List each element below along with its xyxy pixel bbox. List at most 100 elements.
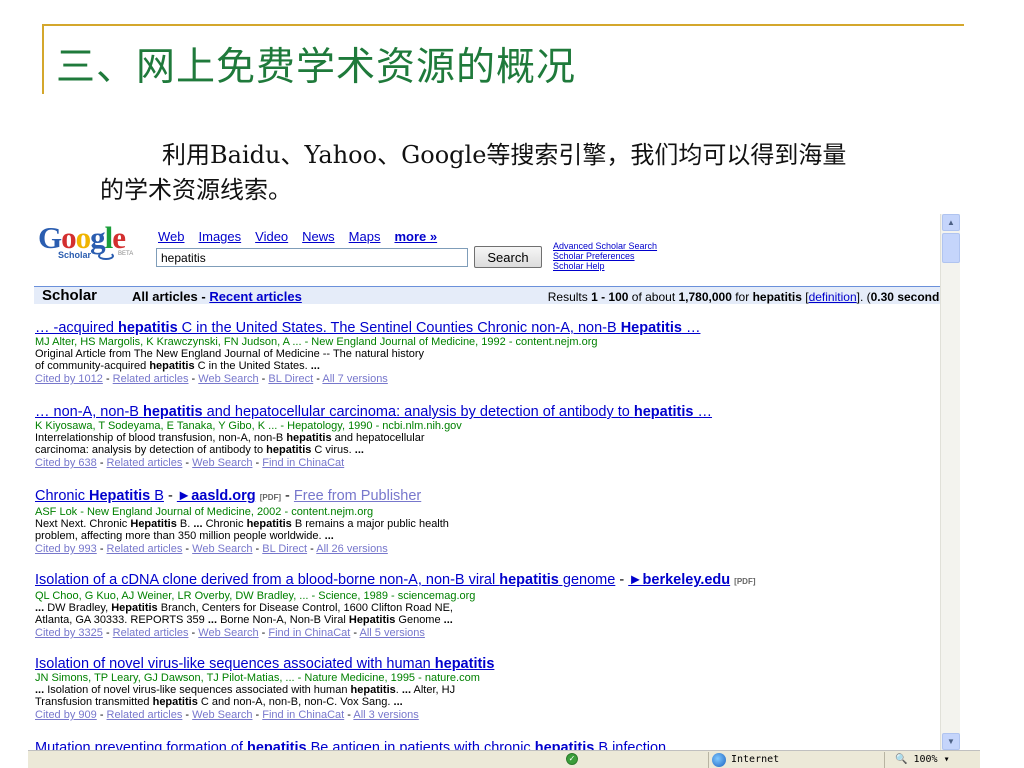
google-scholar-logo[interactable]: Google Scholar BETA (38, 222, 158, 262)
recent-articles-link[interactable]: Recent articles (209, 289, 302, 304)
nav-maps[interactable]: Maps (349, 229, 381, 244)
text-fragment: Genome (395, 614, 444, 626)
definition-link[interactable]: definition (809, 290, 857, 304)
top-nav: Web Images Video News Maps more » (158, 229, 437, 244)
result-title-link[interactable]: … non-A, non-B hepatitis and hepatocellu… (35, 404, 712, 420)
nav-web[interactable]: Web (158, 229, 185, 244)
search-input[interactable] (156, 248, 468, 267)
logo-letter: g (90, 220, 105, 255)
text-fragment: Alter, HJ (411, 684, 456, 696)
result-snippet: Original Article from The New England Jo… (35, 348, 955, 360)
text-fragment: Isolation of novel virus-like sequences … (35, 656, 435, 672)
nav-video[interactable]: Video (255, 229, 288, 244)
text-fragment: Mutation preventing formation of (35, 740, 247, 750)
results-bar-articles: All articles - Recent articles (132, 289, 302, 305)
title-dash: - (615, 572, 629, 588)
result-links: Cited by 909 - Related articles - Web Se… (35, 709, 419, 721)
text-fragment: and hepatocellular carcinoma: analysis b… (202, 404, 634, 420)
keyword-highlight: hepatitis (246, 518, 292, 530)
scroll-thumb[interactable] (942, 233, 960, 263)
source-link[interactable]: ►berkeley.edu (628, 572, 730, 588)
scholar-help-link[interactable]: Scholar Help (553, 261, 657, 271)
result-action-link[interactable]: All 5 versions (360, 627, 425, 639)
result-action-link[interactable]: Web Search (192, 709, 252, 721)
keyword-highlight: hepatitis (149, 360, 195, 372)
result-action-link[interactable]: BL Direct (268, 373, 313, 385)
scroll-down-icon[interactable]: ▼ (942, 733, 960, 750)
rc-query: hepatitis (752, 290, 802, 304)
keyword-highlight: Hepatitis (620, 320, 682, 336)
results-list: … -acquired hepatitis C in the United St… (35, 320, 955, 750)
scroll-up-icon[interactable]: ▲ (942, 214, 960, 231)
vertical-scrollbar[interactable]: ▲ ▼ (940, 214, 960, 750)
result-action-link[interactable]: Cited by 909 (35, 709, 97, 721)
source-link[interactable]: ►aasld.org (177, 488, 256, 504)
zone-label: Internet (731, 754, 780, 765)
browser-window: Google Scholar BETA Web Images Video New… (28, 214, 980, 768)
result-item: Isolation of a cDNA clone derived from a… (35, 572, 955, 656)
keyword-highlight: hepatitis (266, 444, 312, 456)
result-action-link[interactable]: All 7 versions (322, 373, 387, 385)
result-action-link[interactable]: Related articles (107, 543, 183, 555)
result-action-link[interactable]: Cited by 993 (35, 543, 97, 555)
result-snippet: ... DW Bradley, Hepatitis Branch, Center… (35, 602, 955, 614)
text-fragment: and hepatocellular (331, 432, 425, 444)
scholar-page: Google Scholar BETA Web Images Video New… (28, 214, 960, 750)
text-fragment: Isolation of novel virus-like sequences … (44, 684, 351, 696)
result-authors: QL Choo, G Kuo, AJ Weiner, LR Overby, DW… (35, 590, 476, 602)
result-action-link[interactable]: Related articles (107, 457, 183, 469)
result-action-link[interactable]: Web Search (198, 373, 258, 385)
text-fragment: Be antigen in patients with chronic (306, 740, 535, 750)
result-action-link[interactable]: Cited by 1012 (35, 373, 103, 385)
result-item: Chronic Hepatitis B - ►aasld.org [PDF] -… (35, 488, 955, 572)
advanced-scholar-search-link[interactable]: Advanced Scholar Search (553, 241, 657, 251)
result-action-link[interactable]: All 26 versions (316, 543, 388, 555)
keyword-highlight: Hepatitis (348, 614, 396, 626)
slide-body: 利用Baidu、Yahoo、Google等搜索引擎，我们均可以得到海量 的学术资… (100, 138, 960, 208)
keyword-highlight: hepatitis (350, 684, 396, 696)
zoom-icon: 🔍 (895, 754, 908, 765)
result-action-link[interactable]: Web Search (198, 627, 258, 639)
keyword-highlight: ... (443, 614, 453, 626)
result-action-link[interactable]: Related articles (113, 373, 189, 385)
result-title-link[interactable]: Chronic Hepatitis B (35, 488, 164, 504)
result-title-link[interactable]: … -acquired hepatitis C in the United St… (35, 320, 700, 336)
scholar-preferences-link[interactable]: Scholar Preferences (553, 251, 657, 261)
result-action-link[interactable]: Related articles (107, 709, 183, 721)
status-bar: ✓ Internet 🔍 100% ▾ (28, 750, 980, 768)
search-button[interactable]: Search (474, 246, 542, 268)
keyword-highlight: Hepatitis (130, 518, 177, 530)
keyword-highlight: hepatitis (434, 656, 495, 672)
keyword-highlight: hepatitis (499, 572, 559, 588)
rc-time: 0.30 seconds (870, 290, 946, 304)
free-from-publisher-link[interactable]: Free from Publisher (294, 488, 421, 504)
result-action-link[interactable]: Find in ChinaCat (262, 457, 344, 469)
result-action-link[interactable]: Find in ChinaCat (268, 627, 350, 639)
zoom-control[interactable]: 🔍 100% ▾ (884, 752, 974, 768)
keyword-highlight: hepatitis (246, 740, 307, 750)
result-title-link[interactable]: Isolation of a cDNA clone derived from a… (35, 572, 615, 588)
result-action-link[interactable]: Find in ChinaCat (262, 709, 344, 721)
result-action-link[interactable]: All 3 versions (353, 709, 418, 721)
nav-images[interactable]: Images (199, 229, 242, 244)
text-fragment: Next Next. Chronic (35, 518, 131, 530)
result-action-link[interactable]: BL Direct (262, 543, 307, 555)
result-title-link[interactable]: Mutation preventing formation of hepatit… (35, 740, 685, 750)
text-fragment: C in the United States. The Sentinel Cou… (177, 320, 621, 336)
result-title-link[interactable]: Isolation of novel virus-like sequences … (35, 656, 494, 672)
all-articles-label: All articles - (132, 289, 210, 304)
text-fragment: Branch, Centers for Disease Control, 160… (157, 602, 453, 614)
slide-body-line1: 利用Baidu、Yahoo、Google等搜索引擎，我们均可以得到海量 (162, 141, 847, 169)
result-action-link[interactable]: Cited by 638 (35, 457, 97, 469)
results-bar: Scholar All articles - Recent articles R… (34, 286, 952, 304)
result-action-link[interactable]: Cited by 3325 (35, 627, 103, 639)
result-action-link[interactable]: Web Search (192, 457, 252, 469)
result-authors: K Kiyosawa, T Sodeyama, E Tanaka, Y Gibo… (35, 420, 462, 432)
result-action-link[interactable]: Web Search (192, 543, 252, 555)
nav-news[interactable]: News (302, 229, 335, 244)
result-action-link[interactable]: Related articles (113, 627, 189, 639)
text-fragment: Transfusion transmitted (35, 696, 153, 708)
nav-more[interactable]: more » (394, 229, 437, 244)
security-zone[interactable]: Internet (708, 752, 878, 768)
text-fragment: Original Article from The New England Jo… (35, 348, 425, 360)
